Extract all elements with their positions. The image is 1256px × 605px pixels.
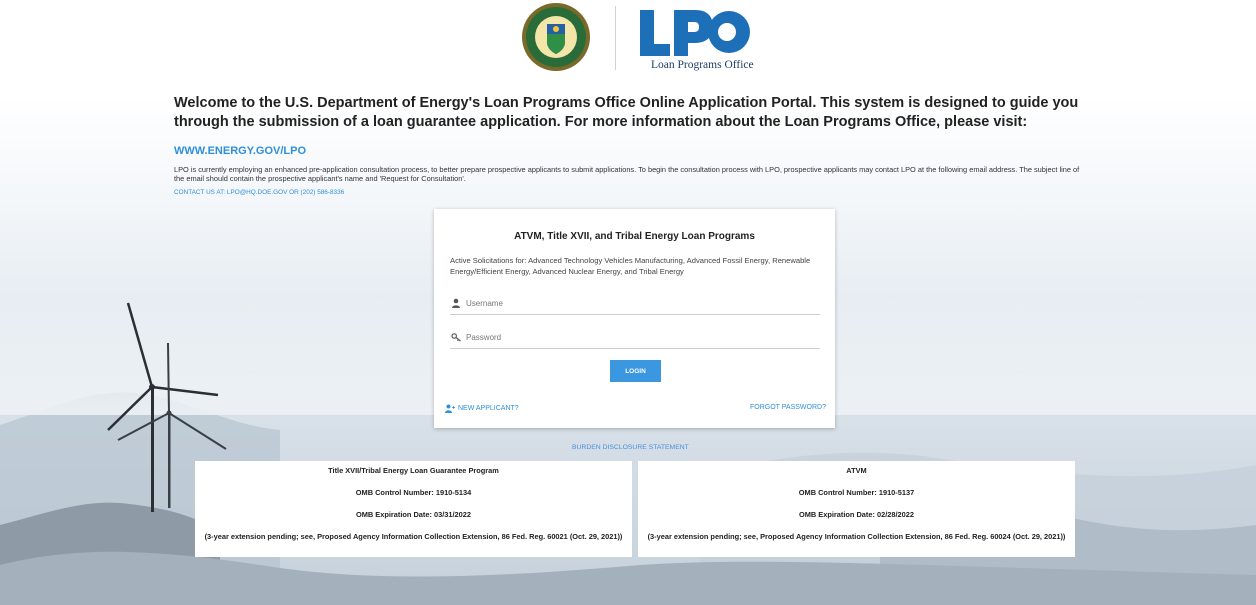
header: Loan Programs Office	[0, 0, 1256, 95]
consultation-notice: LPO is currently employing an enhanced p…	[174, 165, 1080, 183]
omb-expiration-date: OMB Expiration Date: 02/28/2022	[798, 510, 914, 519]
contact-info-link[interactable]: CONTACT US AT: LPO@HQ.DOE.GOV OR (202) 5…	[174, 189, 344, 196]
new-applicant-label: NEW APPLICANT?	[458, 405, 519, 412]
new-applicant-link[interactable]: NEW APPLICANT?	[445, 404, 519, 413]
omb-control-number: OMB Control Number: 1910-5137	[798, 488, 915, 497]
key-icon	[451, 333, 461, 342]
password-input[interactable]	[466, 329, 806, 345]
solicitations-description: Active Solicitations for: Advanced Techn…	[450, 256, 811, 276]
login-card: ATVM, Title XVII, and Tribal Energy Loan…	[434, 209, 835, 428]
omb-box-title: ATVM	[846, 466, 867, 475]
logo-subtitle: Loan Programs Office	[651, 59, 754, 71]
login-button[interactable]: LOGIN	[610, 360, 661, 382]
omb-extension-note: (3-year extension pending; see, Proposed…	[204, 532, 623, 541]
add-user-icon	[445, 404, 455, 413]
username-field[interactable]	[450, 292, 820, 315]
omb-control-number: OMB Control Number: 1910-5134	[355, 488, 472, 497]
omb-box-atvm: ATVM OMB Control Number: 1910-5137 OMB E…	[638, 461, 1075, 557]
omb-box-title-xvii: Title XVII/Tribal Energy Loan Guarantee …	[195, 461, 632, 557]
user-icon	[452, 298, 460, 308]
omb-expiration-date: OMB Expiration Date: 03/31/2022	[355, 510, 471, 519]
lpo-website-link[interactable]: WWW.ENERGY.GOV/LPO	[174, 145, 306, 157]
password-field[interactable]	[450, 326, 820, 349]
welcome-text: Welcome to the U.S. Department of Energy…	[174, 95, 1079, 130]
forgot-password-link[interactable]: FORGOT PASSWORD?	[750, 404, 826, 411]
omb-extension-note: (3-year extension pending; see, Proposed…	[647, 532, 1066, 541]
burden-disclosure-link[interactable]: BURDEN DISCLOSURE STATEMENT	[572, 444, 689, 451]
doe-seal-icon	[522, 3, 590, 71]
login-card-title: ATVM, Title XVII, and Tribal Energy Loan…	[514, 231, 755, 242]
header-divider	[615, 6, 616, 70]
omb-box-title: Title XVII/Tribal Energy Loan Guarantee …	[328, 466, 499, 475]
username-input[interactable]	[466, 295, 806, 311]
